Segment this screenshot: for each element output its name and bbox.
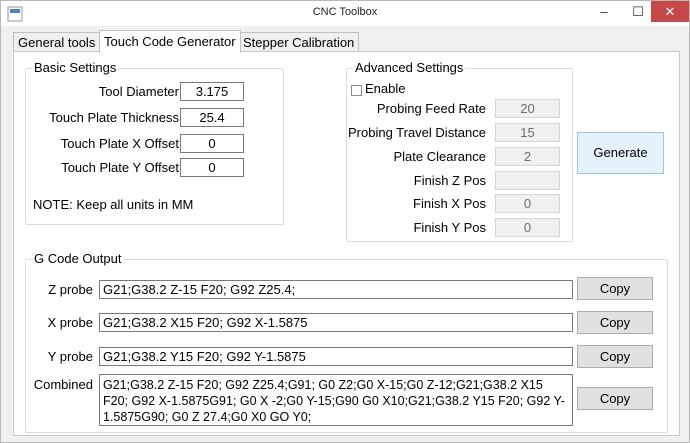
finish-y-label: Finish Y Pos <box>413 220 486 235</box>
y-probe-label: Y probe <box>47 349 93 364</box>
enable-label[interactable]: Enable <box>365 81 405 96</box>
advanced-settings-group: Advanced Settings Enable Probing Feed Ra… <box>346 60 573 242</box>
tab-general-tools[interactable]: General tools <box>13 32 101 52</box>
basic-settings-title: Basic Settings <box>32 60 119 75</box>
y-probe-code-field[interactable]: G21;G38.2 Y15 F20; G92 Y-1.5875 <box>99 347 573 366</box>
generate-button[interactable]: Generate <box>577 132 664 174</box>
plate-thickness-label: Touch Plate Thickness <box>49 110 179 125</box>
gcode-output-title: G Code Output <box>32 251 124 266</box>
x-probe-label: X probe <box>47 315 93 330</box>
travel-distance-label: Probing Travel Distance <box>347 125 486 140</box>
tab-stepper-calibration[interactable]: Stepper Calibration <box>238 32 360 52</box>
x-offset-field[interactable]: 0 <box>180 134 244 153</box>
y-offset-field[interactable]: 0 <box>180 158 244 177</box>
copy-combined-button[interactable]: Copy <box>577 387 653 410</box>
y-offset-label: Touch Plate Y Offset <box>61 160 179 175</box>
minimize-button[interactable]: – <box>587 1 621 22</box>
feed-rate-label: Probing Feed Rate <box>376 101 486 116</box>
finish-z-field[interactable] <box>495 171 560 190</box>
finish-y-field[interactable]: 0 <box>495 218 560 237</box>
window-title: CNC Toolbox <box>312 6 378 18</box>
plate-clearance-label: Plate Clearance <box>393 149 487 164</box>
maximize-button[interactable]: ☐ <box>621 1 655 22</box>
gcode-output-group: G Code Output Z probe G21;G38.2 Z-15 F20… <box>25 251 668 433</box>
finish-x-field[interactable]: 0 <box>495 194 560 213</box>
enable-checkbox[interactable] <box>351 85 362 96</box>
feed-rate-field[interactable]: 20 <box>495 99 560 118</box>
x-probe-code-field[interactable]: G21;G38.2 X15 F20; G92 X-1.5875 <box>99 313 573 332</box>
z-probe-code-field[interactable]: G21;G38.2 Z-15 F20; G92 Z25.4; <box>99 280 573 299</box>
z-probe-label: Z probe <box>48 282 93 297</box>
copy-x-button[interactable]: Copy <box>577 311 653 334</box>
units-note: NOTE: Keep all units in MM <box>33 197 194 212</box>
travel-distance-field[interactable]: 15 <box>495 123 560 142</box>
finish-z-label: Finish Z Pos <box>413 173 486 188</box>
x-offset-label: Touch Plate X Offset <box>60 136 179 151</box>
tool-diameter-field[interactable]: 3.175 <box>180 82 244 101</box>
touch-code-generator-panel: Basic Settings Tool Diameter 3.175 Touch… <box>13 51 680 436</box>
app-window: CNC Toolbox – ☐ ✕ General tools Touch Co… <box>0 0 690 443</box>
plate-thickness-field[interactable]: 25.4 <box>180 108 244 127</box>
basic-settings-group: Basic Settings Tool Diameter 3.175 Touch… <box>25 60 284 225</box>
plate-clearance-field[interactable]: 2 <box>495 147 560 166</box>
finish-x-label: Finish X Pos <box>413 196 486 211</box>
copy-y-button[interactable]: Copy <box>577 345 653 368</box>
tool-diameter-label: Tool Diameter <box>98 84 179 99</box>
title-bar[interactable]: CNC Toolbox – ☐ ✕ <box>1 1 689 26</box>
advanced-settings-title: Advanced Settings <box>353 60 466 75</box>
combined-code-field[interactable]: G21;G38.2 Z-15 F20; G92 Z25.4;G91; G0 Z2… <box>99 374 573 426</box>
copy-z-button[interactable]: Copy <box>577 277 653 300</box>
close-button[interactable]: ✕ <box>651 1 689 22</box>
combined-label: Combined <box>33 377 93 392</box>
tab-touch-code-generator[interactable]: Touch Code Generator <box>99 30 241 53</box>
